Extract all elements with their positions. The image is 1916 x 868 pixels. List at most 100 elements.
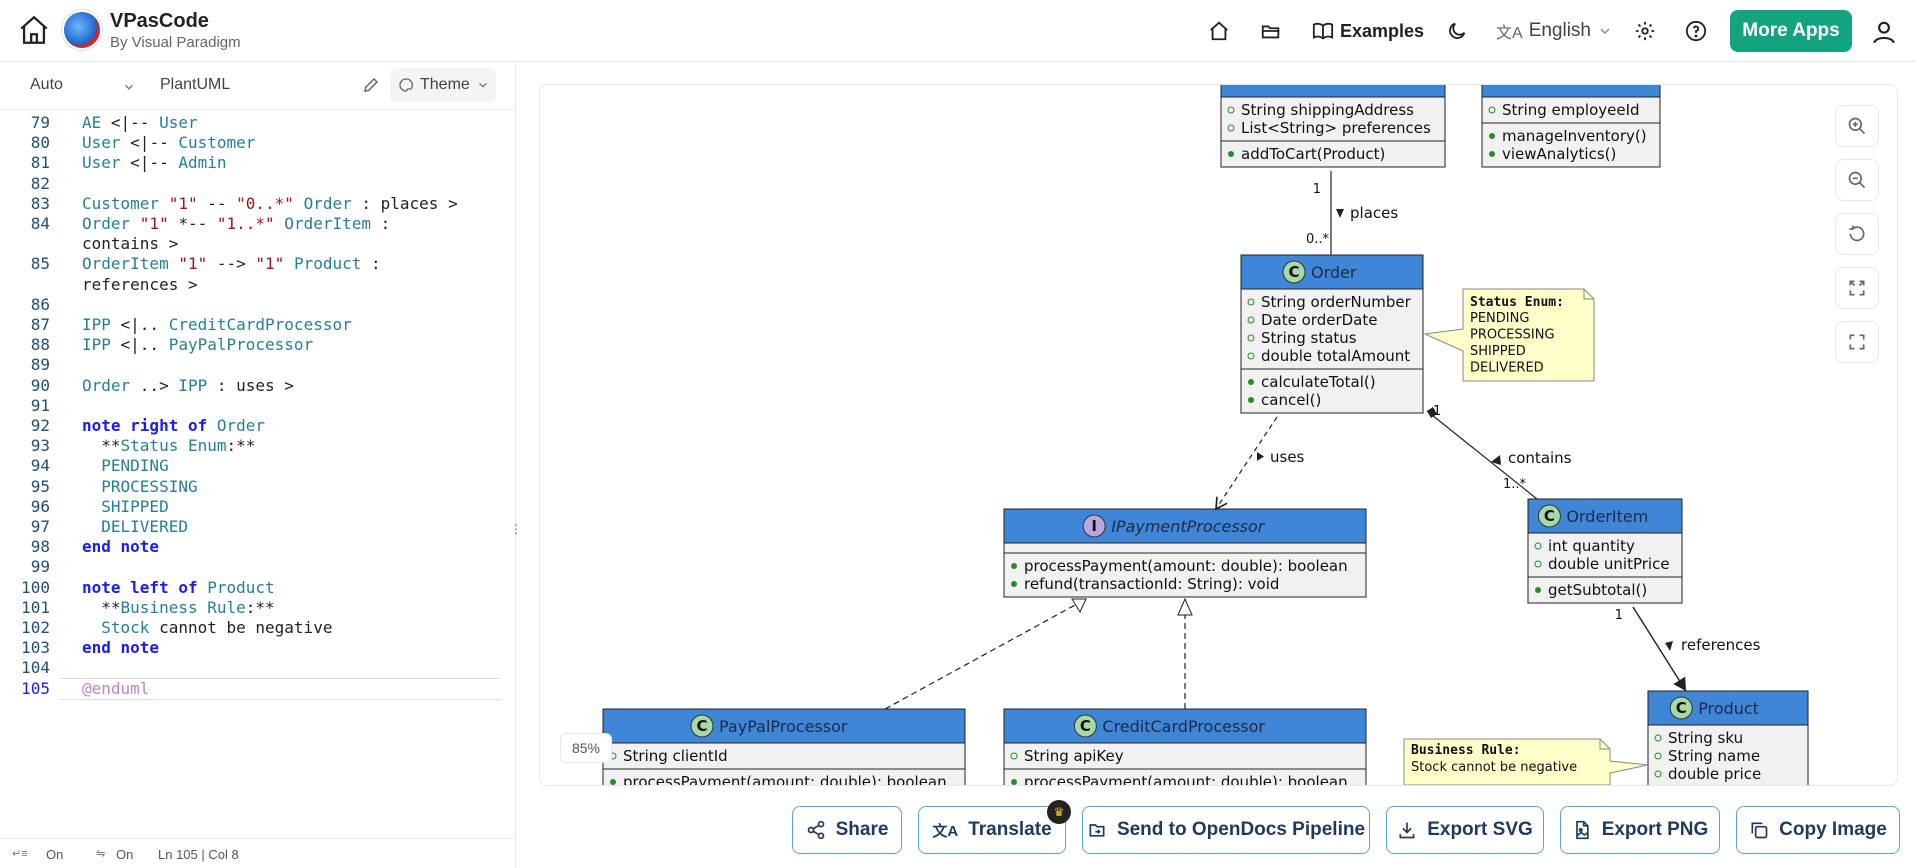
note-item: SHIPPED [1470, 344, 1526, 359]
copy-icon [1751, 822, 1768, 839]
language-select[interactable]: 文A English [1496, 14, 1613, 48]
line-number: 97 [30, 517, 50, 536]
line-number: 86 [30, 294, 50, 314]
app-logo [62, 10, 102, 50]
line-number: 83 [30, 193, 50, 213]
business-rule-note: Business Rule: Stock cannot be negative [1403, 738, 1649, 785]
line-number: 80 [30, 133, 50, 153]
line-number: 99 [30, 557, 50, 577]
stereotype-letter: C [1288, 263, 1299, 281]
share-button[interactable]: Share [792, 806, 902, 854]
line-number: 94 [30, 456, 50, 476]
multiplicity: 1 [1433, 404, 1441, 419]
theme-label: Theme [420, 76, 470, 93]
line-text: **Business Rule:** [82, 597, 275, 617]
app-title: VPasCode [110, 10, 209, 32]
chevron-down-icon[interactable] [122, 80, 136, 94]
premium-crown-icon: ♛ [1047, 800, 1071, 824]
home-icon[interactable] [14, 10, 54, 50]
wrap-status[interactable]: On [46, 847, 63, 862]
line-text: IPP <|.. PayPalProcessor [82, 335, 314, 355]
class-customer: String shippingAddressList<String> prefe… [1220, 85, 1446, 168]
examples-label: Examples [1340, 20, 1425, 41]
diagram-canvas[interactable]: String shippingAddress List<String> prefe… [539, 84, 1898, 786]
line-text: DELIVERED [82, 517, 188, 536]
line-text: IPP <|.. CreditCardProcessor [82, 315, 352, 334]
direction-arrow [1257, 452, 1264, 461]
format-icon[interactable]: ⇋ [96, 847, 105, 860]
field: double price [1668, 765, 1761, 783]
stereotype-letter: C [1544, 507, 1555, 525]
line-number: 82 [30, 173, 50, 193]
public-method-icon [1248, 397, 1254, 403]
user-account-icon[interactable] [1866, 14, 1902, 50]
public-method-icon [1011, 563, 1017, 569]
chevron-down-icon [1600, 28, 1610, 34]
language-label: English [1528, 20, 1592, 41]
line-text: AE <|-- User [82, 113, 198, 132]
class-creditcardprocessor: C CreditCardProcessor String apiKey process… [1003, 708, 1367, 785]
line-number: 81 [30, 153, 50, 173]
public-method-icon [1489, 133, 1495, 139]
send-to-opendocs-button[interactable]: Send to OpenDocs Pipeline [1082, 806, 1370, 854]
line-text: contains > [82, 234, 179, 254]
dark-mode-icon[interactable] [1446, 14, 1468, 48]
uses-dependency [1215, 416, 1278, 511]
zoom-in-icon[interactable] [1835, 105, 1879, 147]
export-svg-label: Export SVG [1427, 819, 1533, 840]
theme-select[interactable]: Theme [390, 68, 496, 102]
panel-resize-handle[interactable]: ⋮ [510, 522, 522, 540]
stereotype-letter: C [1676, 699, 1687, 717]
settings-gear-icon[interactable] [1634, 14, 1656, 48]
line-text: note left of Product [82, 577, 275, 597]
line-number: 95 [30, 476, 50, 496]
copy-image-button[interactable]: Copy Image [1736, 806, 1900, 854]
fit-to-screen-icon[interactable] [1835, 267, 1879, 309]
line-number: 93 [30, 436, 50, 456]
app-subtitle: By Visual Paradigm [110, 34, 241, 51]
field: String clientId [623, 747, 728, 765]
line-text: Order "1" *-- "1..*" OrderItem : [82, 214, 391, 233]
translate-button[interactable]: 文A Translate [918, 806, 1066, 854]
fullscreen-icon[interactable] [1835, 321, 1879, 363]
word-wrap-icon[interactable]: ↵≡ [12, 847, 28, 860]
multiplicity: 0..* [1306, 232, 1330, 247]
field: String sku [1668, 729, 1743, 747]
line-number: 98 [30, 537, 50, 557]
export-png-button[interactable]: Export PNG [1560, 806, 1720, 854]
multiplicity: 1..* [1503, 477, 1527, 492]
translate-icon: 文A [1496, 25, 1523, 42]
reset-view-icon[interactable] [1835, 213, 1879, 255]
field: List<String> preferences [1241, 119, 1431, 137]
examples-button[interactable]: Examples [1312, 14, 1424, 48]
zoom-out-icon[interactable] [1835, 159, 1879, 201]
direction-arrow [1336, 209, 1344, 218]
method: viewAnalytics() [1502, 145, 1616, 163]
pencil-icon[interactable] [362, 76, 380, 94]
line-number: 88 [30, 335, 50, 355]
code-area[interactable]: 79 AE <|-- User 80 User <|-- Customer 81 User… [0, 110, 500, 832]
more-apps-button[interactable]: More Apps [1730, 10, 1852, 52]
field: String apiKey [1024, 747, 1124, 765]
line-number: 89 [30, 355, 50, 375]
method: addToCart(Product) [1241, 145, 1385, 163]
method: processPayment(amount: double): boolean [1024, 557, 1348, 575]
line-text: PROCESSING [82, 476, 198, 496]
direction-arrow [1665, 641, 1673, 651]
translate-label: Translate [968, 819, 1052, 840]
language-mode-label[interactable]: PlantUML [160, 76, 230, 94]
note-item: PENDING [1470, 311, 1529, 326]
nav-home-icon[interactable] [1208, 14, 1230, 48]
zoom-level: 85% [560, 733, 612, 763]
format-status[interactable]: On [116, 847, 133, 862]
mode-select[interactable]: Auto [30, 76, 63, 94]
line-number: 100 [21, 577, 50, 597]
relation-label: references [1681, 636, 1761, 654]
share-label: Share [835, 819, 889, 840]
line-number: 85 [30, 254, 50, 274]
note-item: DELIVERED [1470, 361, 1544, 376]
open-folder-icon[interactable] [1260, 14, 1282, 48]
help-icon[interactable] [1685, 14, 1707, 48]
method: manageInventory() [1502, 127, 1647, 145]
export-svg-button[interactable]: Export SVG [1386, 806, 1544, 854]
